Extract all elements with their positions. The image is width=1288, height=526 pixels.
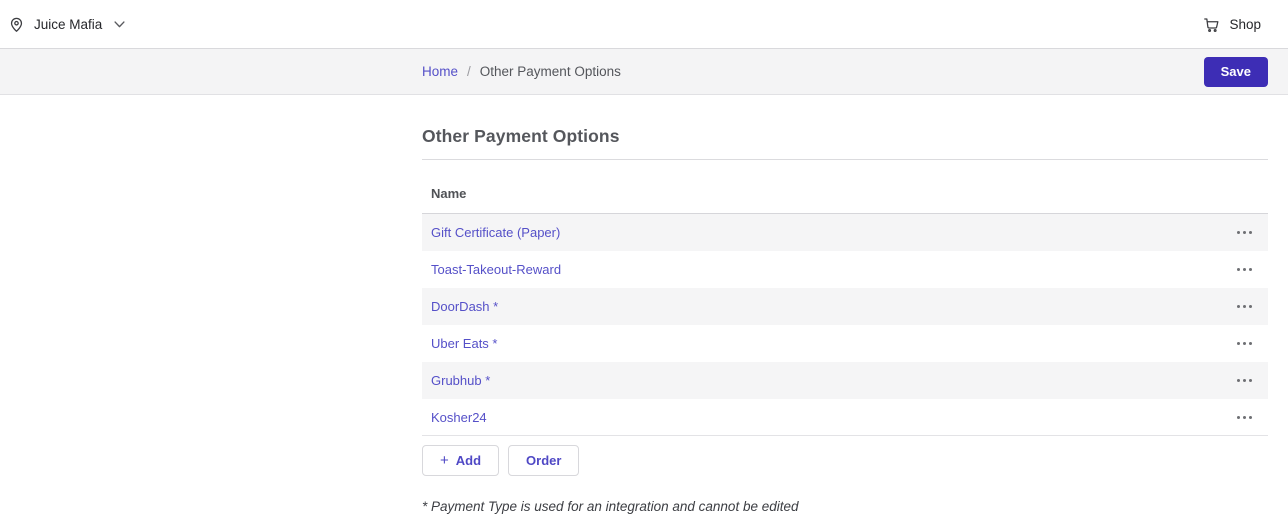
breadcrumb-home-link[interactable]: Home bbox=[422, 64, 458, 79]
table-row: Kosher24 bbox=[422, 399, 1268, 436]
table-actions: + Add Order bbox=[422, 445, 1268, 476]
table-row: Grubhub * bbox=[422, 362, 1268, 399]
row-menu-ellipsis-icon[interactable] bbox=[1236, 227, 1253, 238]
shopping-cart-icon bbox=[1202, 15, 1221, 34]
plus-icon: + bbox=[440, 453, 449, 468]
breadcrumb: Home / Other Payment Options bbox=[422, 64, 621, 79]
row-menu-ellipsis-icon[interactable] bbox=[1236, 264, 1253, 275]
add-button-label: Add bbox=[456, 453, 481, 468]
order-button[interactable]: Order bbox=[508, 445, 579, 476]
payment-option-link[interactable]: Toast-Takeout-Reward bbox=[431, 262, 561, 277]
chevron-down-icon bbox=[114, 21, 125, 28]
table-header-name: Name bbox=[422, 176, 1268, 214]
breadcrumb-bar: Home / Other Payment Options Save bbox=[0, 48, 1288, 95]
payment-option-link[interactable]: Grubhub * bbox=[431, 373, 490, 388]
breadcrumb-separator: / bbox=[467, 64, 471, 79]
payment-option-link[interactable]: Gift Certificate (Paper) bbox=[431, 225, 560, 240]
table-row: Uber Eats * bbox=[422, 325, 1268, 362]
location-pin-icon bbox=[8, 16, 25, 33]
row-menu-ellipsis-icon[interactable] bbox=[1236, 375, 1253, 386]
main-content: Other Payment Options Name Gift Certific… bbox=[422, 126, 1268, 514]
payment-option-link[interactable]: Uber Eats * bbox=[431, 336, 497, 351]
location-name: Juice Mafia bbox=[34, 17, 102, 32]
breadcrumb-current: Other Payment Options bbox=[480, 64, 621, 79]
row-menu-ellipsis-icon[interactable] bbox=[1236, 412, 1253, 423]
order-button-label: Order bbox=[526, 453, 561, 468]
shop-link[interactable]: Shop bbox=[1202, 15, 1261, 34]
payment-option-link[interactable]: DoorDash * bbox=[431, 299, 498, 314]
table-row: Gift Certificate (Paper) bbox=[422, 214, 1268, 251]
save-button[interactable]: Save bbox=[1204, 57, 1268, 87]
top-bar: Juice Mafia Shop bbox=[0, 0, 1288, 48]
add-button[interactable]: + Add bbox=[422, 445, 499, 476]
row-menu-ellipsis-icon[interactable] bbox=[1236, 301, 1253, 312]
shop-label: Shop bbox=[1229, 17, 1261, 32]
location-switcher[interactable]: Juice Mafia bbox=[8, 16, 125, 33]
payment-options-table: Name Gift Certificate (Paper) Toast-Take… bbox=[422, 176, 1268, 436]
payment-option-link[interactable]: Kosher24 bbox=[431, 410, 487, 425]
row-menu-ellipsis-icon[interactable] bbox=[1236, 338, 1253, 349]
integration-footnote: * Payment Type is used for an integratio… bbox=[422, 499, 1268, 514]
table-row: DoorDash * bbox=[422, 288, 1268, 325]
table-row: Toast-Takeout-Reward bbox=[422, 251, 1268, 288]
page-title: Other Payment Options bbox=[422, 126, 1268, 160]
